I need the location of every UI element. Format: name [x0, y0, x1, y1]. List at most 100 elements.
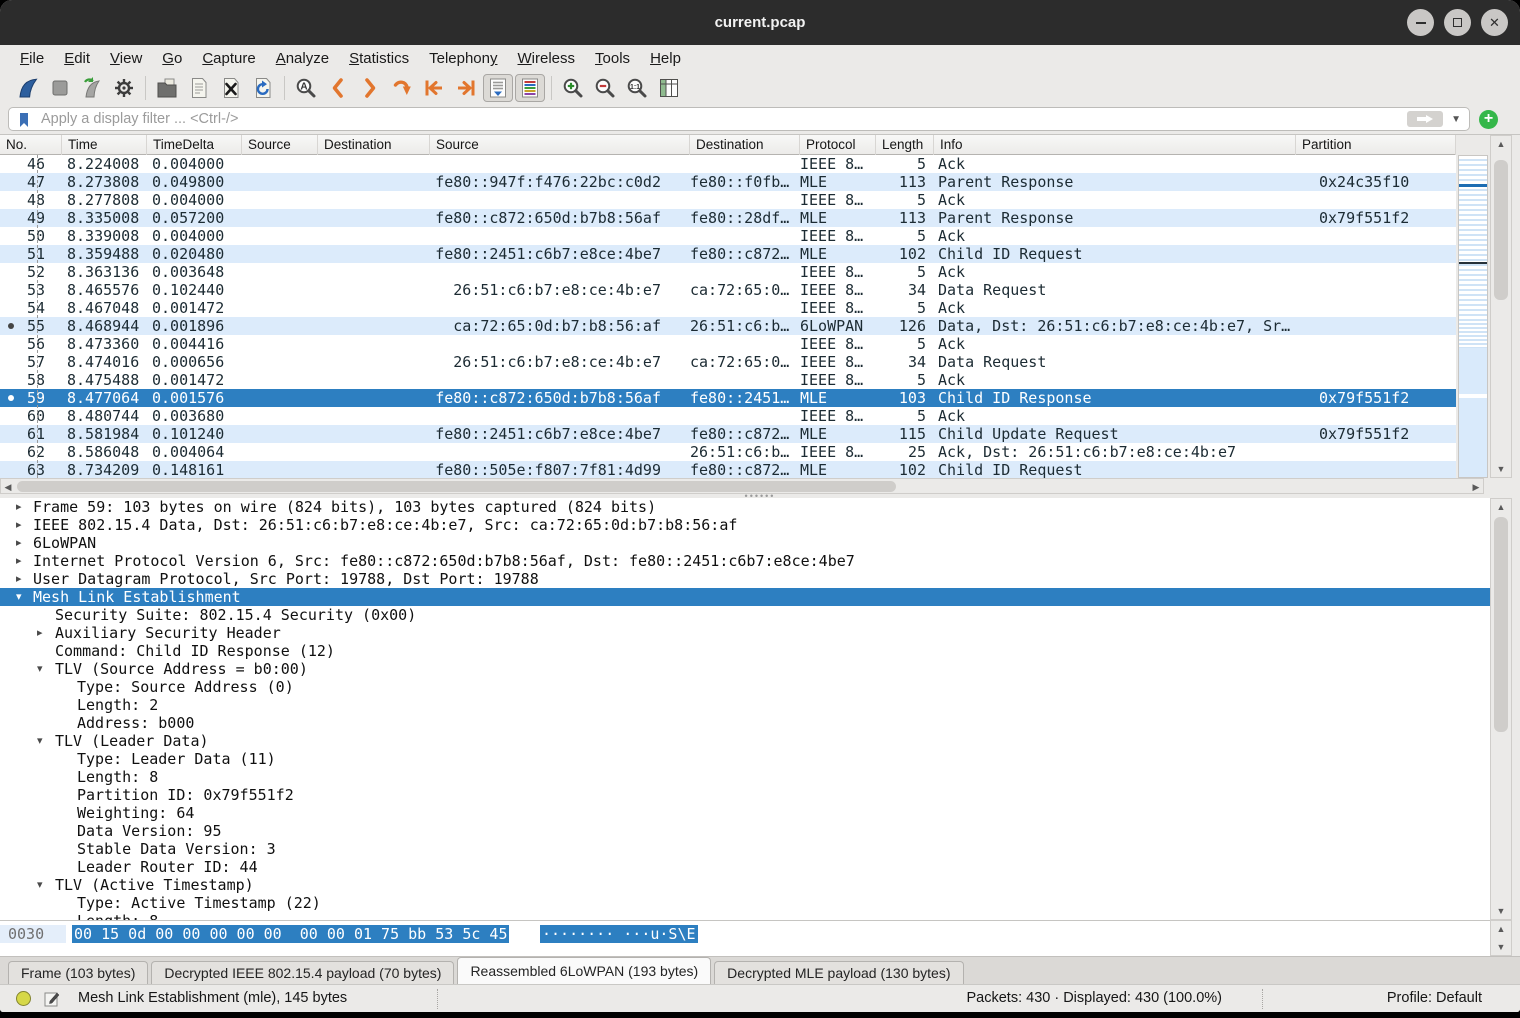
- packet-row-57[interactable]: 578.4740160.00065626:51:c6:b7:e8:ce:4b:e…: [0, 353, 1456, 371]
- detail-line[interactable]: ▸6LoWPAN: [0, 534, 1490, 552]
- detail-line[interactable]: Type: Source Address (0): [0, 678, 1490, 696]
- column-header-len[interactable]: Length: [876, 135, 934, 155]
- detail-line[interactable]: Security Suite: 802.15.4 Security (0x00): [0, 606, 1490, 624]
- packet-row-51[interactable]: 518.3594880.020480fe80::2451:c6b7:e8ce:4…: [0, 245, 1456, 263]
- open-file-button[interactable]: [152, 74, 182, 102]
- capture-comment-icon[interactable]: [44, 991, 60, 1007]
- restart-capture-button[interactable]: [77, 74, 107, 102]
- menu-edit[interactable]: Edit: [54, 50, 100, 67]
- expert-info-icon[interactable]: [16, 991, 31, 1006]
- menu-file[interactable]: File: [10, 50, 54, 67]
- hex-ascii-selected[interactable]: ········ ···u·S\E: [540, 925, 698, 943]
- packet-list-minimap[interactable]: [1458, 155, 1488, 478]
- detail-line[interactable]: Leader Router ID: 44: [0, 858, 1490, 876]
- detail-line[interactable]: Length: 8: [0, 912, 1490, 920]
- packet-row-60[interactable]: 608.4807440.003680IEEE 8…5Ack: [0, 407, 1456, 425]
- packet-row-48[interactable]: 488.2778080.004000IEEE 8…5Ack: [0, 191, 1456, 209]
- scroll-down-icon[interactable]: ▼: [1491, 906, 1511, 916]
- menu-view[interactable]: View: [100, 50, 152, 67]
- hex-bytes-selected[interactable]: 00 15 0d 00 00 00 00 00 00 00 01 75 bb 5…: [72, 925, 509, 943]
- capture-options-button[interactable]: [109, 74, 139, 102]
- byte-tab[interactable]: Decrypted MLE payload (130 bytes): [714, 961, 963, 984]
- collapse-icon[interactable]: ▾: [37, 732, 43, 750]
- detail-line[interactable]: ▸Auxiliary Security Header: [0, 624, 1490, 642]
- packet-row-49[interactable]: 498.3350080.057200fe80::c872:650d:b7b8:5…: [0, 209, 1456, 227]
- column-header-part[interactable]: Partition: [1296, 135, 1456, 155]
- detail-line[interactable]: ▸Frame 59: 103 bytes on wire (824 bits),…: [0, 498, 1490, 516]
- packet-row-55[interactable]: 558.4689440.001896ca:72:65:0d:b7:b8:56:a…: [0, 317, 1456, 335]
- packet-row-50[interactable]: 508.3390080.004000IEEE 8…5Ack: [0, 227, 1456, 245]
- column-header-dst2[interactable]: Destination: [690, 135, 800, 155]
- detail-line[interactable]: ▾Mesh Link Establishment: [0, 588, 1490, 606]
- display-filter-input[interactable]: [39, 109, 1369, 129]
- packet-list-hscrollbar[interactable]: ◀ ▶: [0, 478, 1484, 494]
- detail-line[interactable]: ▾TLV (Active Timestamp): [0, 876, 1490, 894]
- packet-row-63[interactable]: 638.7342090.148161fe80::505e:f807:7f81:4…: [0, 461, 1456, 478]
- stop-capture-button[interactable]: [45, 74, 75, 102]
- detail-line[interactable]: Partition ID: 0x79f551f2: [0, 786, 1490, 804]
- column-header-no[interactable]: No.: [0, 135, 62, 155]
- column-header-time[interactable]: Time: [62, 135, 147, 155]
- detail-line[interactable]: ▸User Datagram Protocol, Src Port: 19788…: [0, 570, 1490, 588]
- collapse-icon[interactable]: ▾: [37, 876, 43, 894]
- packet-row-56[interactable]: 568.4733600.004416IEEE 8…5Ack: [0, 335, 1456, 353]
- detail-line[interactable]: Length: 8: [0, 768, 1490, 786]
- zoom-in-button[interactable]: [558, 74, 588, 102]
- detail-line[interactable]: Stable Data Version: 3: [0, 840, 1490, 858]
- menu-wireless[interactable]: Wireless: [508, 50, 586, 67]
- menu-help[interactable]: Help: [640, 50, 691, 67]
- column-header-dst1[interactable]: Destination: [318, 135, 430, 155]
- menu-go[interactable]: Go: [152, 50, 192, 67]
- find-packet-button[interactable]: A: [291, 74, 321, 102]
- byte-tab[interactable]: Frame (103 bytes): [8, 961, 148, 984]
- detail-line[interactable]: Address: b000: [0, 714, 1490, 732]
- scroll-down-icon[interactable]: ▼: [1491, 942, 1511, 952]
- column-header-src1[interactable]: Source: [242, 135, 318, 155]
- column-header-delta[interactable]: TimeDelta: [147, 135, 242, 155]
- packet-row-59[interactable]: 598.4770640.001576fe80::c872:650d:b7b8:5…: [0, 389, 1456, 407]
- column-header-src2[interactable]: Source: [430, 135, 690, 155]
- add-filter-button[interactable]: +: [1479, 110, 1498, 129]
- menu-analyze[interactable]: Analyze: [266, 50, 339, 67]
- detail-vscroll-thumb[interactable]: [1494, 517, 1508, 732]
- detail-line[interactable]: ▸Internet Protocol Version 6, Src: fe80:…: [0, 552, 1490, 570]
- maximize-button[interactable]: [1444, 9, 1471, 36]
- go-to-packet-button[interactable]: [387, 74, 417, 102]
- resize-columns-button[interactable]: [654, 74, 684, 102]
- menu-telephony[interactable]: Telephony: [419, 50, 507, 67]
- start-capture-button[interactable]: [13, 74, 43, 102]
- minimize-button[interactable]: [1407, 9, 1434, 36]
- detail-line[interactable]: Weighting: 64: [0, 804, 1490, 822]
- go-forward-button[interactable]: [355, 74, 385, 102]
- scroll-up-icon[interactable]: ▲: [1491, 502, 1511, 512]
- packet-list-vscrollbar[interactable]: ▲ ▼: [1490, 135, 1512, 478]
- expand-icon[interactable]: ▸: [16, 516, 22, 534]
- packet-row-54[interactable]: 548.4670480.001472IEEE 8…5Ack: [0, 299, 1456, 317]
- save-file-button[interactable]: [184, 74, 214, 102]
- scroll-up-icon[interactable]: ▲: [1491, 924, 1511, 934]
- zoom-original-button[interactable]: 1:1: [622, 74, 652, 102]
- detail-line[interactable]: Data Version: 95: [0, 822, 1490, 840]
- go-first-packet-button[interactable]: [419, 74, 449, 102]
- bookmark-icon[interactable]: [16, 112, 32, 128]
- byte-tab[interactable]: Reassembled 6LoWPAN (193 bytes): [457, 957, 711, 984]
- packet-row-61[interactable]: 618.5819840.101240fe80::2451:c6b7:e8ce:4…: [0, 425, 1456, 443]
- packet-row-53[interactable]: 538.4655760.10244026:51:c6:b7:e8:ce:4b:e…: [0, 281, 1456, 299]
- detail-line[interactable]: ▾TLV (Source Address = b0:00): [0, 660, 1490, 678]
- detail-line[interactable]: Type: Active Timestamp (22): [0, 894, 1490, 912]
- collapse-icon[interactable]: ▾: [16, 588, 22, 606]
- packet-list-vscroll-thumb[interactable]: [1494, 160, 1508, 300]
- bytes-vscrollbar[interactable]: ▲ ▼: [1490, 920, 1512, 956]
- zoom-out-button[interactable]: [590, 74, 620, 102]
- expand-icon[interactable]: ▸: [16, 498, 22, 516]
- auto-scroll-button[interactable]: [483, 74, 513, 102]
- scroll-up-icon[interactable]: ▲: [1491, 139, 1511, 149]
- expand-icon[interactable]: ▸: [37, 624, 43, 642]
- byte-tab[interactable]: Decrypted IEEE 802.15.4 payload (70 byte…: [151, 961, 454, 984]
- packet-row-58[interactable]: 588.4754880.001472IEEE 8…5Ack: [0, 371, 1456, 389]
- detail-line[interactable]: Length: 2: [0, 696, 1490, 714]
- detail-vscrollbar[interactable]: ▲ ▼: [1490, 498, 1512, 920]
- packet-row-46[interactable]: 468.2240080.004000IEEE 8…5Ack: [0, 155, 1456, 173]
- colorize-packets-button[interactable]: [515, 74, 545, 102]
- expand-icon[interactable]: ▸: [16, 534, 22, 552]
